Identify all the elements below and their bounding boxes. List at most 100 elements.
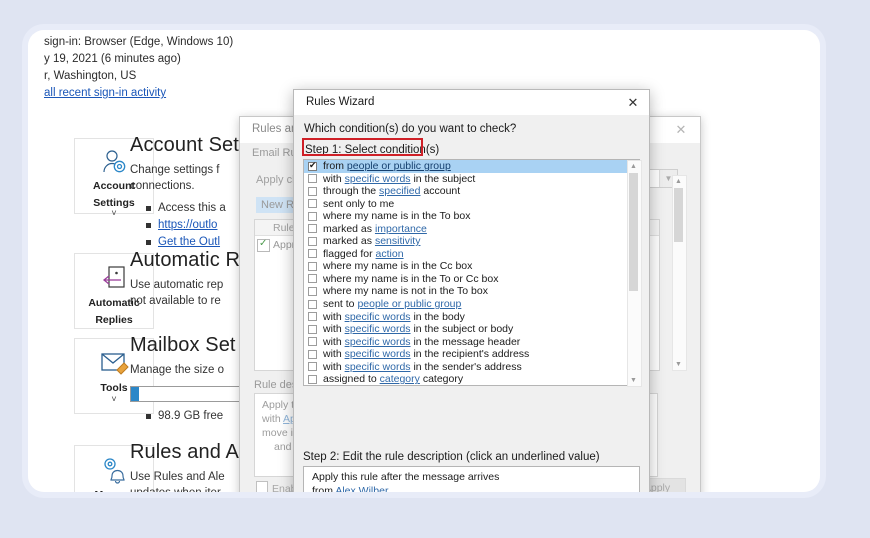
wizard-question: Which condition(s) do you want to check? (304, 123, 517, 135)
condition-item[interactable]: marked as importance (304, 223, 639, 236)
condition-checkbox[interactable] (308, 224, 317, 234)
condition-text-post: in the subject (410, 172, 476, 185)
wizard-title-bar: Rules Wizard ✕ (294, 90, 649, 115)
condition-checkbox[interactable] (308, 249, 317, 259)
outlook-web-link[interactable]: https://outlo (158, 219, 217, 231)
account-settings-icon (99, 148, 129, 176)
condition-checkbox[interactable] (308, 174, 317, 184)
condition-text-pre: flagged for (323, 247, 376, 260)
condition-text-post: category (419, 373, 464, 386)
condition-text-pre: assigned to (323, 373, 380, 386)
condition-value-link[interactable]: specific words (345, 361, 411, 373)
condition-text-post: in the body (410, 310, 465, 323)
recent-signin-info: sign-in: Browser (Edge, Windows 10) y 19… (44, 34, 304, 102)
condition-value-link[interactable]: category (380, 373, 420, 385)
condition-item[interactable]: sent to people or public group (304, 298, 639, 311)
condition-text-pre: where my name is in the To or Cc box (323, 272, 499, 285)
condition-text-post: in the subject or body (410, 323, 514, 336)
condition-value-link[interactable]: importance (375, 223, 427, 235)
tile-caption-line1: Tools (100, 382, 128, 394)
condition-item[interactable]: marked as sensitivity (304, 235, 639, 248)
close-icon[interactable]: ✕ (622, 92, 644, 113)
rule-enabled-checkbox[interactable] (257, 238, 270, 252)
condition-value-link[interactable]: specific words (345, 173, 411, 185)
scroll-up-icon[interactable]: ▲ (673, 176, 684, 187)
wizard-title: Rules Wizard (306, 96, 375, 108)
condition-value-link[interactable]: specific words (345, 311, 411, 323)
condition-item[interactable]: where my name is in the To or Cc box (304, 273, 639, 286)
condition-text-post: in the sender's address (410, 360, 522, 373)
rules-dialog-scrollbar[interactable]: ▲ ▼ (672, 175, 687, 371)
condition-text-pre: with (323, 360, 345, 373)
rule-desc-line-1: Apply this rule after the message arrive… (312, 471, 500, 483)
signin-line-3: r, Washington, US (44, 70, 137, 82)
condition-item[interactable]: where my name is not in the To box (304, 285, 639, 298)
conditions-list[interactable]: from people or public groupwith specific… (303, 159, 640, 386)
signin-line-1: sign-in: Browser (Edge, Windows 10) (44, 36, 234, 48)
condition-item[interactable]: with specific words in the message heade… (304, 336, 639, 349)
condition-text-pre: through the (323, 185, 380, 198)
condition-checkbox[interactable] (308, 374, 317, 384)
condition-item[interactable]: with specific words in the subject (304, 173, 639, 186)
condition-item[interactable]: with specific words in the sender's addr… (304, 361, 639, 374)
condition-checkbox[interactable] (308, 349, 317, 359)
condition-value-link[interactable]: specific words (345, 348, 411, 360)
chevron-down-icon: ˅ (111, 208, 117, 218)
condition-value-link[interactable]: sensitivity (375, 235, 421, 247)
condition-value-link[interactable]: action (376, 248, 404, 260)
condition-item[interactable]: where my name is in the To box (304, 210, 639, 223)
condition-checkbox[interactable] (308, 337, 317, 347)
view-all-signin-activity-link[interactable]: all recent sign-in activity (44, 85, 304, 102)
step1-label-wrap: Step 1: Select condition(s) (303, 140, 443, 158)
enable-rules-checkbox[interactable] (256, 481, 268, 492)
condition-checkbox[interactable] (308, 160, 317, 171)
condition-checkbox[interactable] (308, 362, 317, 372)
scroll-up-icon[interactable]: ▲ (628, 161, 639, 172)
condition-text-pre: marked as (323, 235, 375, 248)
tile-caption-line2: Replies (95, 313, 133, 326)
condition-item[interactable]: flagged for action (304, 248, 639, 261)
condition-item[interactable]: through the specified account (304, 185, 639, 198)
tile-caption-line1: Manage (94, 489, 133, 492)
condition-item[interactable]: assigned to category category (304, 373, 639, 386)
condition-value-link[interactable]: people or public group (347, 160, 451, 172)
condition-item[interactable]: with specific words in the body (304, 311, 639, 324)
condition-checkbox[interactable] (308, 274, 317, 284)
close-icon[interactable]: ✕ (672, 121, 690, 139)
condition-checkbox[interactable] (308, 186, 317, 196)
condition-checkbox[interactable] (308, 312, 317, 322)
condition-item[interactable]: sent only to me (304, 198, 639, 211)
from-value-link[interactable]: Alex Wilber (335, 485, 388, 493)
condition-value-link[interactable]: specific words (345, 336, 411, 348)
condition-checkbox[interactable] (308, 211, 317, 221)
condition-checkbox[interactable] (308, 236, 317, 246)
condition-text-post: account (420, 185, 461, 198)
condition-item[interactable]: where my name is in the Cc box (304, 260, 639, 273)
condition-checkbox[interactable] (308, 286, 317, 296)
condition-text-pre: with (323, 323, 345, 336)
condition-text-post: in the recipient's address (410, 348, 530, 361)
condition-item[interactable]: from people or public group (304, 160, 639, 173)
condition-text-pre: where my name is in the To box (323, 210, 471, 223)
condition-text-post: in the message header (410, 335, 521, 348)
get-outlook-app-link[interactable]: Get the Outl (158, 236, 220, 248)
conditions-scrollbar[interactable]: ▲ ▼ (627, 160, 642, 387)
scroll-down-icon[interactable]: ▼ (673, 359, 684, 370)
step1-label: Step 1: Select condition(s) (305, 144, 440, 156)
condition-value-link[interactable]: specified (379, 185, 420, 197)
condition-checkbox[interactable] (308, 299, 317, 309)
condition-item[interactable]: with specific words in the recipient's a… (304, 348, 639, 361)
condition-text-pre: with (323, 348, 345, 361)
rules-wizard-dialog: Rules Wizard ✕ Which condition(s) do you… (293, 89, 650, 492)
rules-and-alerts-icon (99, 455, 129, 485)
condition-checkbox[interactable] (308, 261, 317, 271)
condition-value-link[interactable]: people or public group (357, 298, 461, 310)
condition-checkbox[interactable] (308, 324, 317, 334)
condition-item[interactable]: with specific words in the subject or bo… (304, 323, 639, 336)
chevron-down-icon: ˅ (111, 393, 117, 404)
condition-checkbox[interactable] (308, 199, 317, 209)
scroll-down-icon[interactable]: ▼ (628, 375, 639, 386)
condition-value-link[interactable]: specific words (345, 323, 411, 335)
rule-description-editor[interactable]: Apply this rule after the message arrive… (303, 466, 640, 492)
tile-caption-line1: Account (93, 180, 135, 192)
